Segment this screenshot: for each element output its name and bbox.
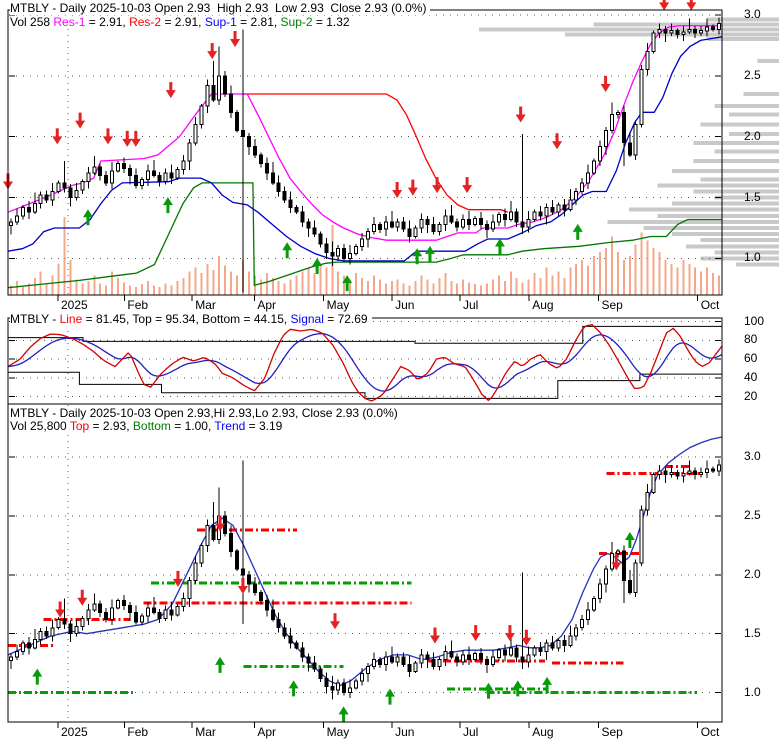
- sup2-legend-label: Sup-2: [280, 15, 313, 29]
- month-label: Apr: [257, 298, 277, 312]
- month-label: Sep: [601, 298, 623, 312]
- panel2-header: MTBLY - Line = 81.45, Top = 95.34, Botto…: [10, 313, 372, 326]
- month-label: Aug: [532, 725, 554, 739]
- oscillator-axis-label: 100: [744, 313, 765, 328]
- oscillator-axis-label: 20: [744, 388, 758, 403]
- month-label: Jun: [395, 725, 415, 739]
- month-label: 2025: [60, 725, 88, 739]
- price-axis-label: 1.5: [744, 625, 761, 640]
- month-label: Feb: [127, 298, 149, 312]
- res1-legend-value: = 2.91,: [85, 15, 130, 29]
- bottom-level-value: = 1.00,: [170, 419, 215, 433]
- price-axis-label: 2.5: [744, 507, 761, 522]
- trend-value: = 3.19: [245, 419, 283, 433]
- top-level-label: Top: [69, 419, 90, 433]
- panel2-symbol: MTBLY -: [10, 312, 60, 326]
- month-label: Apr: [257, 725, 277, 739]
- price-axis-label: 3.0: [744, 6, 761, 21]
- panel3-volume-value: Vol 25,800: [10, 419, 70, 433]
- price-axis-label: 1.5: [744, 189, 761, 204]
- charting-app-window: { "colors":{"res1":"#FF00FF","res2":"#FF…: [0, 0, 780, 745]
- month-label: May: [326, 298, 350, 312]
- oscillator-axis-label: 60: [744, 351, 758, 366]
- price-axis-label: 1.0: [744, 250, 761, 265]
- oscillator-signal-label: Signal: [290, 312, 324, 326]
- month-label: Mar: [195, 298, 216, 312]
- sup1-legend-value: = 2.81,: [236, 15, 281, 29]
- panel1-title: MTBLY - Daily 2025-10-03 Open 2.93 High …: [10, 1, 427, 15]
- month-label: Oct: [700, 298, 720, 312]
- trend-label: Trend: [214, 419, 246, 433]
- sup2-legend-value: = 1.32: [312, 15, 350, 29]
- month-label: Jul: [462, 725, 479, 739]
- price-axis-label: 2.5: [744, 67, 761, 82]
- res2-legend-label: Res-2: [129, 15, 162, 29]
- month-label: Oct: [700, 725, 720, 739]
- month-label: Jul: [462, 298, 479, 312]
- oscillator-line-values: = 81.45, Top = 95.34, Bottom = 44.15,: [82, 312, 291, 326]
- oscillator-axis-label: 40: [744, 369, 758, 384]
- month-label: May: [326, 725, 350, 739]
- res2-legend-value: = 2.91,: [161, 15, 205, 29]
- bottom-level-label: Bottom: [132, 419, 171, 433]
- price-axis-label: 2.0: [744, 566, 761, 581]
- panel1-header-line2: Vol 258 Res-1 = 2.91, Res-2 = 2.91, Sup-…: [10, 16, 354, 29]
- price-axis-label: 2.0: [744, 128, 761, 143]
- top-level-value: = 2.93,: [89, 419, 133, 433]
- multi-panel-stock-chart: [3, 0, 779, 728]
- panel1-header-line1: MTBLY - Daily 2025-10-03 Open 2.93 High …: [10, 1, 431, 15]
- panel3-header-line2: Vol 25,800 Top = 2.93, Bottom = 1.00, Tr…: [10, 419, 287, 433]
- panel1-volume-value: Vol 258: [10, 15, 54, 29]
- month-label: Jun: [395, 298, 415, 312]
- oscillator-line-label: Line: [59, 312, 83, 326]
- oscillator-signal-value: = 72.69: [323, 312, 368, 326]
- panel3-title: MTBLY - Daily 2025-10-03 Open 2.93,Hi 2.…: [10, 406, 398, 420]
- price-axis-label: 3.0: [744, 449, 761, 463]
- res1-legend-label: Res-1: [53, 15, 86, 29]
- price-axis-label: 1.0: [744, 684, 761, 699]
- oscillator-axis-label: 80: [744, 332, 758, 347]
- month-label: Mar: [195, 725, 216, 739]
- month-label: 2025: [60, 298, 88, 312]
- sup1-legend-label: Sup-1: [204, 15, 237, 29]
- month-label: Aug: [532, 298, 554, 312]
- month-label: Sep: [601, 725, 623, 739]
- month-label: Feb: [127, 725, 149, 739]
